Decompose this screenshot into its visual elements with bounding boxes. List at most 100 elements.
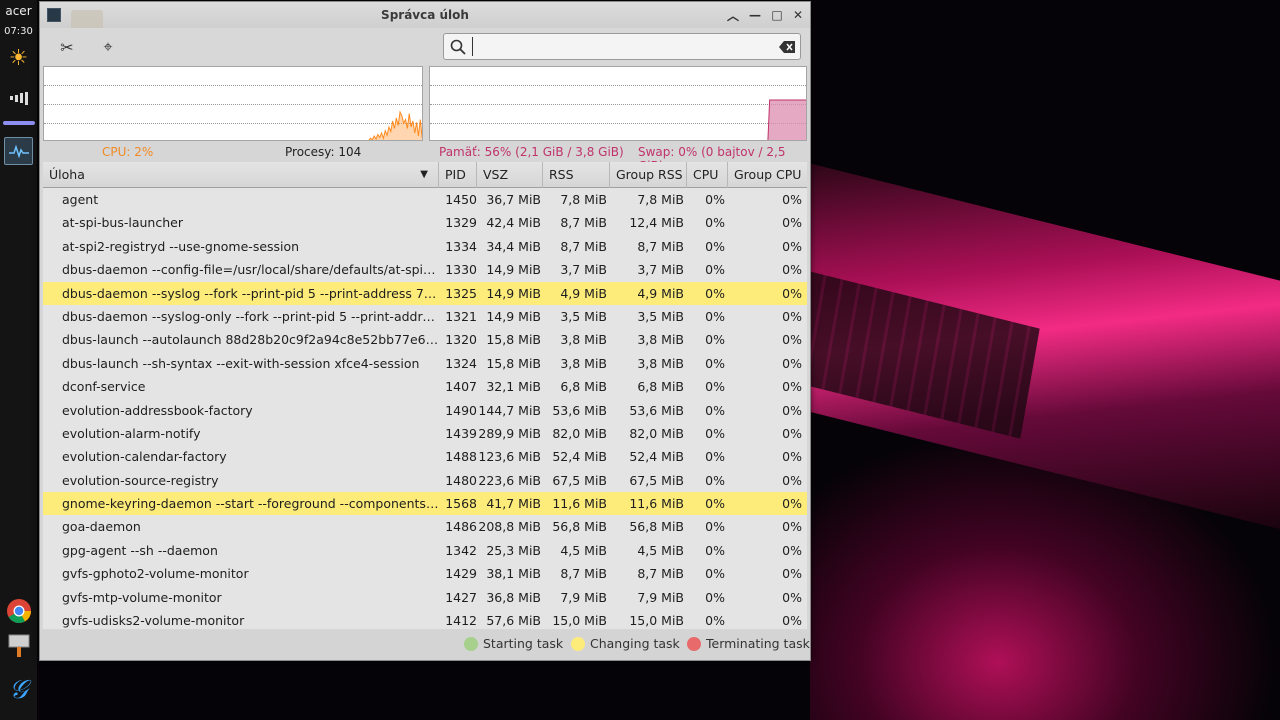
- column-header-vsz[interactable]: VSZ: [477, 162, 543, 188]
- table-row[interactable]: at-spi2-registryd --use-gnome-session 133…: [43, 235, 807, 258]
- cell-rss: 3,7 MiB: [560, 262, 607, 278]
- cell-group-cpu: 0%: [782, 215, 802, 231]
- table-row[interactable]: dbus-daemon --syslog-only --fork --print…: [43, 305, 807, 328]
- cell-group-rss: 82,0 MiB: [629, 425, 684, 441]
- cell-group-cpu: 0%: [782, 192, 802, 207]
- process-list[interactable]: agent 1450 36,7 MiB 7,8 MiB 7,8 MiB 0% 0% at-sp…: [43, 188, 807, 629]
- cell-rss: 67,5 MiB: [552, 472, 607, 488]
- maximize-button[interactable]: □: [768, 6, 786, 24]
- minimize-button[interactable]: —: [746, 6, 764, 24]
- table-row[interactable]: evolution-alarm-notify 1439 289,9 MiB 82,0 …: [43, 422, 807, 445]
- cell-vsz: 223,6 MiB: [478, 472, 541, 488]
- shade-button[interactable]: ︿: [724, 6, 742, 24]
- cell-vsz: 42,4 MiB: [486, 215, 541, 231]
- cell-group-rss: 3,8 MiB: [637, 355, 684, 371]
- table-row[interactable]: dbus-daemon --syslog --fork --print-pid …: [43, 281, 807, 305]
- cell-pid: 1429: [445, 566, 477, 582]
- search-box[interactable]: [443, 33, 801, 60]
- column-header-cpu[interactable]: CPU: [687, 162, 728, 188]
- cell-pid: 1320: [445, 332, 477, 348]
- cell-cpu: 0%: [705, 496, 725, 512]
- table-row[interactable]: evolution-source-registry 1480 223,6 MiB 67…: [43, 469, 807, 492]
- table-row[interactable]: evolution-calendar-factory 1488 123,6 MiB 5…: [43, 445, 807, 468]
- column-header-pid[interactable]: PID: [439, 162, 477, 188]
- table-row[interactable]: dconf-service 1407 32,1 MiB 6,8 MiB 6,8 MiB 0…: [43, 375, 807, 398]
- cell-rss: 82,0 MiB: [552, 425, 607, 441]
- task-manager-launcher-icon[interactable]: [4, 137, 33, 165]
- cell-pid: 1329: [445, 215, 477, 231]
- cell-group-cpu: 0%: [782, 262, 802, 278]
- cell-group-rss: 7,9 MiB: [637, 589, 684, 605]
- cell-cpu: 0%: [705, 238, 725, 254]
- table-row[interactable]: gvfs-gphoto2-volume-monitor 1429 38,1 MiB 8…: [43, 562, 807, 585]
- crosshair-icon[interactable]: ⌖: [97, 36, 119, 58]
- cell-rss: 8,7 MiB: [560, 215, 607, 231]
- cell-task: dbus-launch --sh-syntax --exit-with-sess…: [62, 355, 420, 371]
- cell-cpu: 0%: [705, 425, 725, 441]
- cell-pid: 1324: [445, 355, 477, 371]
- table-row[interactable]: gvfs-mtp-volume-monitor 1427 36,8 MiB 7,9 M…: [43, 586, 807, 609]
- task-manager-window: Správca úloh ︿ — □ ✕ ✂ ⌖ CPU: 2% Procesy…: [39, 1, 811, 661]
- table-row[interactable]: gvfs-udisks2-volume-monitor 1412 57,6 MiB 1…: [43, 609, 807, 629]
- table-row[interactable]: gpg-agent --sh --daemon 1342 25,3 MiB 4,5 M…: [43, 539, 807, 562]
- cell-task: agent: [62, 192, 99, 207]
- swipe-gesture-icon[interactable]: 𝒢: [4, 675, 33, 705]
- cell-vsz: 289,9 MiB: [478, 425, 541, 441]
- cell-pid: 1490: [445, 402, 477, 418]
- workspace-pager[interactable]: [3, 121, 35, 125]
- cell-cpu: 0%: [705, 542, 725, 558]
- clear-search-icon[interactable]: [779, 41, 795, 53]
- cell-pid: 1427: [445, 589, 477, 605]
- cell-cpu: 0%: [705, 613, 725, 629]
- cell-vsz: 41,7 MiB: [486, 496, 541, 512]
- cell-rss: 7,9 MiB: [560, 589, 607, 605]
- column-header-group-rss[interactable]: Group RSS: [610, 162, 687, 188]
- cell-task: dbus-daemon --config-file=/usr/local/sha…: [62, 262, 440, 278]
- cell-vsz: 14,9 MiB: [486, 262, 541, 278]
- table-row[interactable]: gnome-keyring-daemon --start --foregroun…: [43, 492, 807, 516]
- table-row[interactable]: at-spi-bus-launcher 1329 42,4 MiB 8,7 MiB 12…: [43, 211, 807, 234]
- table-row[interactable]: dbus-daemon --config-file=/usr/local/sha…: [43, 258, 807, 281]
- cell-vsz: 36,7 MiB: [486, 192, 541, 207]
- signal-icon[interactable]: [4, 84, 33, 112]
- cell-rss: 8,7 MiB: [560, 238, 607, 254]
- cell-cpu: 0%: [705, 332, 725, 348]
- cell-rss: 15,0 MiB: [552, 613, 607, 629]
- cell-pid: 1412: [445, 613, 477, 629]
- cell-cpu: 0%: [705, 262, 725, 278]
- close-button[interactable]: ✕: [789, 6, 807, 24]
- cell-group-cpu: 0%: [782, 379, 802, 395]
- cell-group-rss: 15,0 MiB: [629, 613, 684, 629]
- column-header-task[interactable]: Úloha ▼: [43, 162, 439, 188]
- cell-vsz: 208,8 MiB: [478, 519, 541, 535]
- cell-cpu: 0%: [705, 215, 725, 231]
- settings-tools-icon[interactable]: ✂: [56, 36, 78, 58]
- titlebar[interactable]: Správca úloh ︿ — □ ✕: [40, 2, 810, 28]
- cell-vsz: 14,9 MiB: [486, 308, 541, 324]
- table-header: Úloha ▼ PID VSZ RSS Group RSS CPU Group …: [43, 162, 807, 188]
- table-row[interactable]: agent 1450 36,7 MiB 7,8 MiB 7,8 MiB 0% 0%: [43, 188, 807, 211]
- weather-icon[interactable]: ☀: [4, 44, 33, 72]
- cell-task: goa-daemon: [62, 519, 141, 535]
- column-header-rss[interactable]: RSS: [543, 162, 610, 188]
- table-row[interactable]: evolution-addressbook-factory 1490 144,7 M…: [43, 399, 807, 422]
- memory-graph: [429, 66, 807, 141]
- cell-group-cpu: 0%: [782, 519, 802, 535]
- cell-pid: 1321: [445, 308, 477, 324]
- red-dot-icon: [687, 636, 701, 651]
- clock[interactable]: 07:30: [0, 26, 37, 37]
- search-input[interactable]: [472, 37, 772, 56]
- cell-group-rss: 12,4 MiB: [629, 215, 684, 231]
- column-header-group-cpu[interactable]: Group CPU: [728, 162, 807, 188]
- cell-task: gvfs-gphoto2-volume-monitor: [62, 566, 249, 582]
- chrome-icon[interactable]: [4, 597, 33, 625]
- table-row[interactable]: dbus-launch --sh-syntax --exit-with-sess…: [43, 352, 807, 375]
- cell-vsz: 15,8 MiB: [486, 332, 541, 348]
- cell-group-rss: 3,7 MiB: [637, 262, 684, 278]
- legend-terminating: Terminating task: [687, 636, 810, 651]
- table-row[interactable]: dbus-launch --autolaunch 88d28b20c9f2a94…: [43, 328, 807, 351]
- table-row[interactable]: goa-daemon 1486 208,8 MiB 56,8 MiB 56,8 MiB 0…: [43, 515, 807, 538]
- cell-group-rss: 3,8 MiB: [637, 332, 684, 348]
- notes-icon[interactable]: [4, 632, 33, 660]
- cell-pid: 1330: [445, 262, 477, 278]
